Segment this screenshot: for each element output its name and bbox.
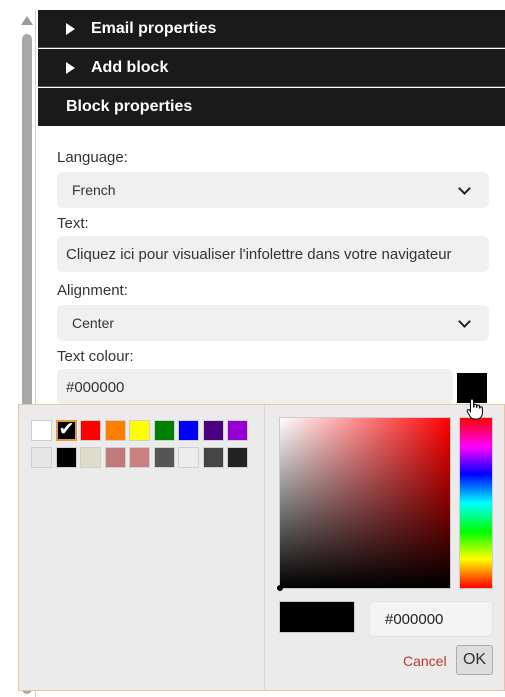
color-swatch[interactable] — [202, 420, 224, 441]
color-swatch[interactable] — [104, 420, 126, 441]
hand-pointer-icon — [466, 398, 483, 420]
color-swatch[interactable] — [202, 447, 224, 468]
color-swatch[interactable] — [80, 420, 101, 441]
color-swatch[interactable] — [227, 447, 248, 468]
popup-divider — [264, 405, 265, 690]
accordion-label: Email properties — [91, 19, 217, 37]
color-swatch[interactable] — [31, 420, 52, 441]
accordion-block-properties[interactable]: Block properties — [38, 88, 505, 126]
hue-slider[interactable] — [459, 417, 493, 589]
color-swatch[interactable] — [104, 447, 126, 468]
hex-input[interactable]: #000000 — [369, 601, 493, 637]
color-swatch[interactable] — [31, 447, 52, 468]
cancel-button[interactable]: Cancel — [403, 653, 447, 669]
chevron-down-icon — [458, 182, 471, 195]
alignment-select[interactable]: Center — [57, 305, 489, 341]
accordion-add-block[interactable]: Add block — [38, 49, 505, 87]
triangle-right-icon — [66, 22, 75, 35]
color-swatch[interactable] — [129, 420, 150, 441]
color-swatch[interactable] — [178, 447, 199, 468]
color-swatch[interactable] — [80, 447, 101, 468]
color-preview — [279, 601, 355, 633]
accordion-email-properties[interactable]: Email properties — [38, 10, 505, 48]
color-swatch[interactable] — [129, 447, 150, 468]
text-colour-value: #000000 — [66, 378, 125, 396]
color-swatch[interactable] — [227, 420, 248, 441]
text-label: Text: — [57, 215, 89, 232]
text-value: Cliquez ici pour visualiser l'infolettre… — [66, 245, 452, 263]
color-swatch[interactable]: ✔ — [55, 418, 77, 441]
triangle-right-icon — [66, 61, 75, 74]
scroll-up-arrow-icon[interactable] — [21, 16, 33, 25]
ok-button[interactable]: OK — [456, 645, 493, 675]
color-swatch[interactable] — [178, 420, 199, 441]
color-swatch[interactable] — [153, 447, 175, 468]
color-picker-popup: ✔ #000000 Cancel OK — [18, 404, 505, 691]
saturation-value-picker[interactable] — [277, 417, 451, 591]
checkmark-icon: ✔ — [58, 418, 75, 440]
alignment-value: Center — [72, 315, 115, 331]
color-swatch[interactable] — [153, 420, 175, 441]
chevron-down-icon — [458, 315, 471, 328]
language-value: French — [72, 182, 116, 198]
hex-value: #000000 — [385, 610, 444, 628]
accordion-label: Block properties — [66, 98, 193, 115]
language-select[interactable]: French — [57, 172, 489, 208]
text-colour-input[interactable]: #000000 — [57, 369, 453, 405]
text-colour-label: Text colour: — [57, 348, 134, 365]
text-input[interactable]: Cliquez ici pour visualiser l'infolettre… — [57, 236, 489, 272]
language-label: Language: — [57, 149, 128, 166]
color-swatch[interactable] — [55, 447, 77, 468]
sv-picker-handle[interactable] — [277, 585, 283, 591]
alignment-label: Alignment: — [57, 282, 128, 299]
accordion-label: Add block — [91, 58, 169, 76]
